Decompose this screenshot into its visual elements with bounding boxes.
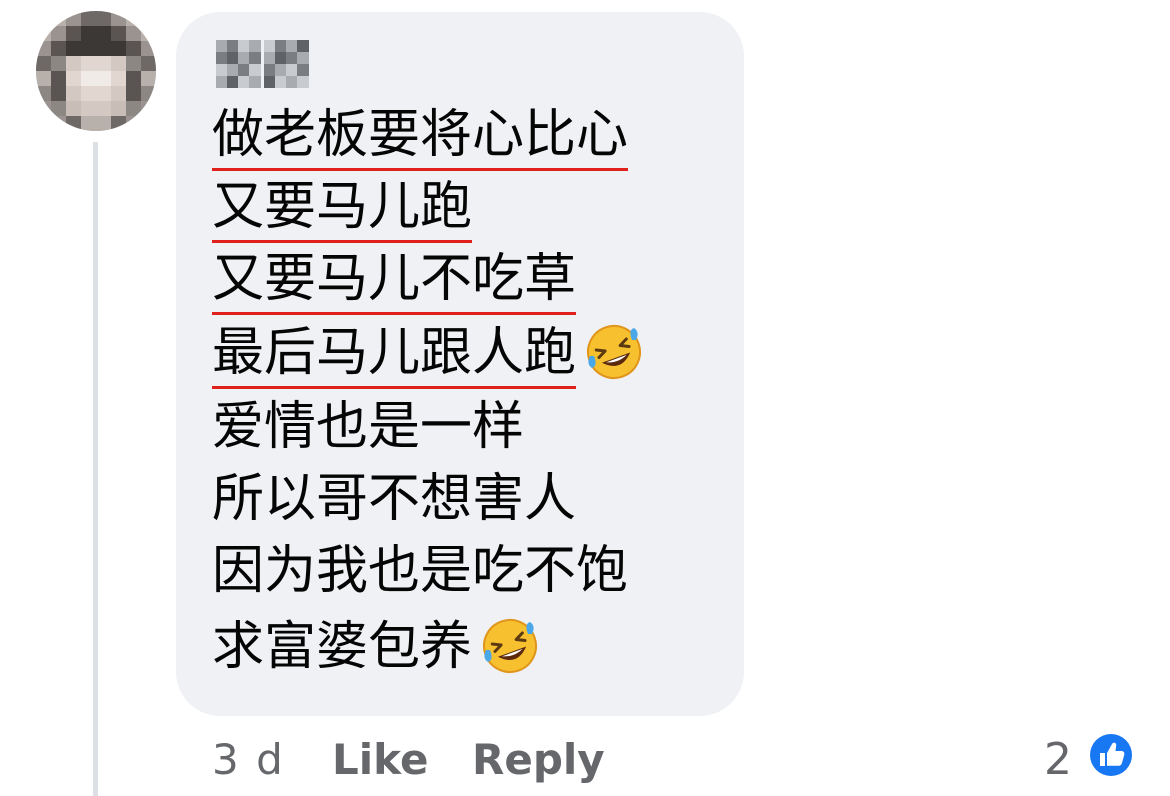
comment-bubble: 青柯 做老板要将心比心又要马儿跑又要马儿不吃草最后马儿跟人跑爱情也是一样所以哥不… — [176, 12, 744, 716]
comment-line: 因为我也是吃不饱 — [212, 540, 628, 610]
comment-line-text: 求富婆包养 — [212, 617, 473, 677]
thumbs-up-icon[interactable] — [1086, 730, 1136, 780]
reply-button[interactable]: Reply — [472, 732, 605, 788]
comment-line: 又要马儿跑 — [212, 176, 473, 246]
thread-connector-line — [93, 142, 98, 796]
comment-line-text: 因为我也是吃不饱 — [212, 541, 629, 601]
like-button[interactable]: Like — [332, 732, 428, 788]
avatar[interactable] — [36, 11, 156, 131]
comment-line: 做老板要将心比心 — [212, 104, 629, 174]
comment-line: 爱情也是一样 — [212, 396, 524, 466]
laughing-emoji-icon — [480, 616, 540, 676]
comment-line-text: 爱情也是一样 — [212, 397, 525, 457]
comment-line: 最后马儿跟人跑 — [212, 322, 644, 392]
comment-line: 又要马儿不吃草 — [212, 248, 577, 318]
comment-line: 所以哥不想害人 — [212, 468, 576, 538]
comment-timestamp[interactable]: 3 d — [212, 732, 285, 788]
comment-line-text: 又要马儿不吃草 — [212, 248, 577, 315]
author-name[interactable]: 青柯 — [216, 40, 309, 88]
comment-line-text: 所以哥不想害人 — [212, 469, 577, 529]
comment-line-text: 做老板要将心比心 — [212, 104, 629, 171]
comment-line-text: 又要马儿跑 — [212, 176, 473, 243]
laughing-emoji-icon — [584, 322, 644, 382]
comment-line: 求富婆包养 — [212, 616, 540, 686]
comment-line-text: 最后马儿跟人跑 — [212, 322, 577, 389]
reaction-count[interactable]: 2 — [1044, 732, 1072, 788]
